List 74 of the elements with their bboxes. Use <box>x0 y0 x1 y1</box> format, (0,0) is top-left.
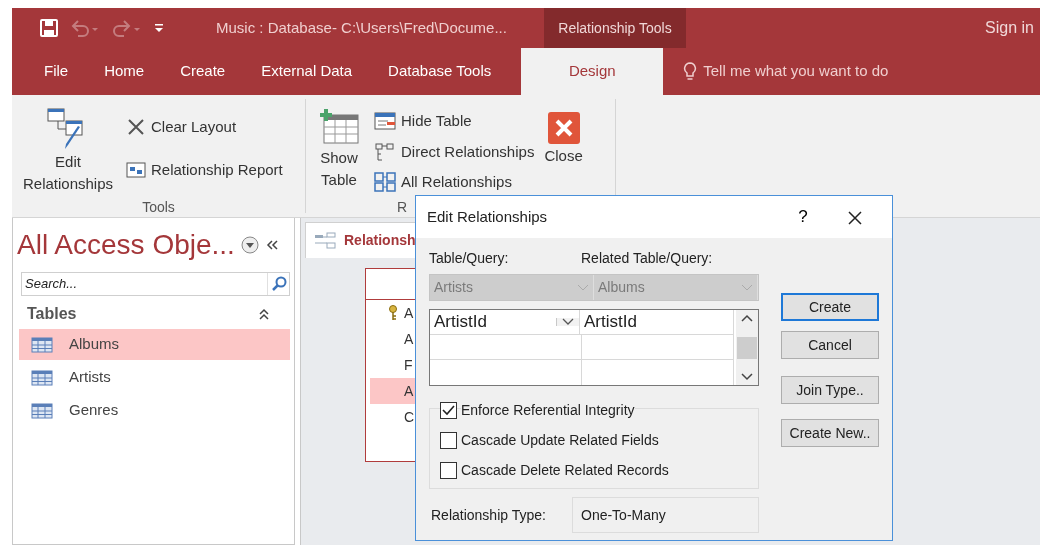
scroll-up-icon[interactable] <box>741 314 753 322</box>
ribbon-button[interactable]: Hide Table <box>372 107 537 136</box>
close-icon[interactable] <box>546 111 581 145</box>
ribbon-tab[interactable]: External Data <box>243 48 371 95</box>
section-header: Tables <box>27 304 77 324</box>
grid-dropdown[interactable]: ArtistId <box>430 310 579 335</box>
dialog-button[interactable]: Create <box>781 293 879 321</box>
chevron-down-icon <box>562 318 574 326</box>
ribbon-button[interactable]: Direct Relationships <box>372 137 537 166</box>
ribbon-button[interactable]: Edit Relationships <box>18 105 118 197</box>
field-name: C <box>404 407 415 427</box>
field-name: A <box>404 381 414 401</box>
table-icon <box>31 336 53 353</box>
field-name: A <box>404 329 414 349</box>
tell-me-field[interactable]: Tell me what you want to do <box>703 60 889 83</box>
ribbon-button[interactable]: Close <box>542 105 585 197</box>
ribbon-button[interactable]: Relationship Report <box>124 155 285 184</box>
pane-title: All Access Obje... <box>17 228 235 262</box>
hide-table-icon[interactable] <box>374 112 396 131</box>
key-icon <box>388 305 398 321</box>
ribbon-tab[interactable]: Database Tools <box>370 48 510 95</box>
dialog-button[interactable]: Create New.. <box>781 419 879 447</box>
direct-relationships-icon[interactable] <box>374 141 396 162</box>
ribbon-button[interactable]: Clear Layout <box>124 113 285 142</box>
field-name: F <box>404 355 413 375</box>
nav-item[interactable]: Genres <box>19 395 290 426</box>
checkbox-label: Cascade Delete Related Records <box>461 460 669 480</box>
table-icon[interactable] <box>318 107 360 147</box>
field-label: Related Table/Query: <box>581 249 713 268</box>
checkbox[interactable] <box>440 401 457 419</box>
chevron-down-icon <box>741 283 753 292</box>
relationships-icon <box>314 231 336 250</box>
nav-item[interactable]: Albums <box>19 329 290 360</box>
document-tab[interactable]: Relationsh <box>305 222 417 258</box>
ribbon-tab[interactable]: Design <box>521 48 664 95</box>
report-icon[interactable] <box>126 160 146 179</box>
ribbon-button[interactable]: All Relationships <box>372 168 537 197</box>
grid-cell[interactable]: ArtistId <box>580 310 734 334</box>
customize-icon[interactable] <box>154 22 164 34</box>
ribbon-tab[interactable]: Create <box>162 48 244 95</box>
field-label: Relationship Type: <box>430 505 547 525</box>
scrollbar[interactable] <box>736 310 758 385</box>
checkbox-label: Cascade Update Related Fields <box>461 430 659 450</box>
lightbulb-icon <box>683 61 698 82</box>
readonly-field: One-To-Many <box>572 497 759 533</box>
field-name: A <box>404 303 414 323</box>
ribbon-tab[interactable]: Home <box>86 48 163 95</box>
dialog-button[interactable]: Cancel <box>781 331 879 359</box>
sign-in-link[interactable]: Sign in <box>985 8 1040 48</box>
table-icon <box>31 369 53 386</box>
help-button[interactable]: ? <box>788 204 818 230</box>
ribbon-button[interactable]: Show Table <box>312 105 366 197</box>
dialog-title: Edit Relationships <box>427 206 549 227</box>
search-field[interactable]: Search... <box>21 272 290 296</box>
search-button[interactable] <box>267 273 289 295</box>
collapse-icon[interactable] <box>264 238 279 252</box>
field-label: Table/Query: <box>429 249 510 268</box>
dialog-button[interactable]: Join Type.. <box>781 376 879 404</box>
window-title: Music : Database- C:\Users\Fred\Docume... <box>215 17 508 38</box>
chevron-down-icon <box>577 283 589 292</box>
group-label: Tools <box>142 198 175 215</box>
save-icon[interactable] <box>40 19 58 37</box>
all-relationships-icon[interactable] <box>374 172 396 193</box>
dropdown-icon[interactable] <box>240 236 259 254</box>
scroll-down-icon[interactable] <box>741 373 753 381</box>
collapse-icon[interactable] <box>258 308 270 320</box>
table-icon <box>31 402 53 419</box>
ribbon-tab[interactable]: File <box>26 48 87 95</box>
group-label: R <box>397 198 408 215</box>
close-icon <box>847 209 863 226</box>
checkbox[interactable] <box>440 461 457 479</box>
checkbox[interactable] <box>440 431 457 449</box>
context-label: Relationship Tools <box>544 8 686 48</box>
nav-item[interactable]: Artists <box>19 362 290 393</box>
